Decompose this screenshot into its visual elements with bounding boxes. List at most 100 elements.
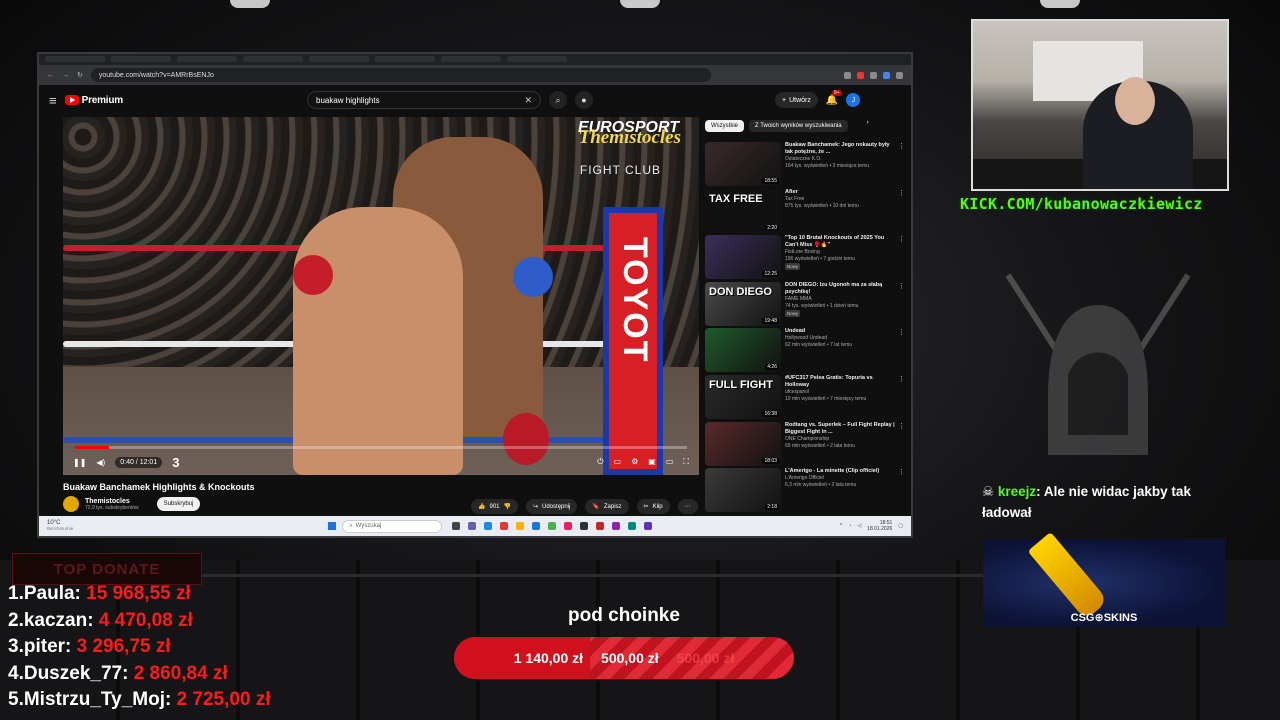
rec-title[interactable]: L'Amerigo - La minette (Clip officiel) <box>785 468 895 475</box>
weather-widget[interactable]: 10°C Bezchmurnie <box>47 520 73 532</box>
chevron-right-icon[interactable]: › <box>867 120 869 132</box>
extension-icon[interactable] <box>844 71 851 79</box>
rec-title[interactable]: DON DIEGO: Izu Ugonoh ma za słabą psychi… <box>785 282 895 296</box>
clock[interactable]: 18:51 18.01.2026 <box>867 520 892 532</box>
app-icon[interactable] <box>612 522 621 530</box>
rec-more-icon[interactable]: ⋮ <box>898 142 905 150</box>
subscribe-button[interactable]: Subskrybuj <box>156 497 201 511</box>
rec-thumbnail[interactable]: TAX FREE 2:20 <box>705 188 781 233</box>
search-input[interactable]: buakaw highlights ✕ <box>307 91 541 109</box>
app-icon[interactable] <box>484 522 493 530</box>
chip-all[interactable]: Wszystkie <box>705 120 744 132</box>
app-icon[interactable] <box>516 522 525 530</box>
rec-thumbnail[interactable]: FULL FIGHT 16:38 <box>705 374 781 419</box>
miniplayer-icon[interactable]: ▣ <box>648 457 656 467</box>
youtube-logo[interactable]: Premium <box>64 95 123 106</box>
recommendation-item[interactable]: 18:03 Rodtang vs. Superlek – Full Fight R… <box>705 421 905 467</box>
back-icon[interactable]: ← <box>47 72 54 79</box>
create-button[interactable]: + Utwórz <box>775 92 818 108</box>
speaker-icon[interactable]: ◁ <box>857 523 861 529</box>
rec-channel[interactable]: Ostateczne K.O. <box>785 156 895 163</box>
extension-icon[interactable] <box>883 71 890 79</box>
rec-channel[interactable]: ufcespanol <box>785 389 895 396</box>
rec-more-icon[interactable]: ⋮ <box>898 282 905 290</box>
rec-thumbnail[interactable]: 18:55 <box>705 142 781 186</box>
chip-from-search[interactable]: Z Twoich wyników wyszukiwania <box>749 120 848 132</box>
app-icon[interactable] <box>628 522 637 530</box>
autoplay-toggle-icon[interactable]: ⏻ <box>597 457 603 467</box>
browser-tab[interactable] <box>507 56 567 62</box>
recommendation-item[interactable]: 2:18 L'Amerigo - La minette (Clip officie… <box>705 468 905 513</box>
search-icon[interactable]: ⌕ <box>549 91 567 109</box>
save-button[interactable]: 🔖 Zapisz <box>585 499 629 514</box>
app-icon[interactable] <box>468 522 477 530</box>
browser-tab[interactable] <box>111 56 171 62</box>
rec-title[interactable]: After <box>785 189 895 196</box>
tray-chevron-icon[interactable]: ^ <box>840 523 842 529</box>
clear-search-icon[interactable]: ✕ <box>524 95 532 106</box>
recommendation-item[interactable]: TAX FREE 2:20 After Tax Free 875 tys. wyświe… <box>705 188 905 234</box>
forward-icon[interactable]: → <box>62 72 69 79</box>
windows-start-icon[interactable] <box>328 522 337 530</box>
chat-username[interactable]: kreejz <box>998 484 1036 499</box>
browser-tabbar[interactable] <box>39 54 911 65</box>
network-icon[interactable]: ◔ <box>848 523 851 529</box>
recommendation-item[interactable]: FULL FIGHT 16:38 #UFC317 Pelea Gratis: Top… <box>705 374 905 420</box>
recommendation-item[interactable]: 12:25 "Top 10 Brutal Knockouts of 2025 Yo… <box>705 235 905 280</box>
app-icon[interactable] <box>596 522 605 530</box>
notifications-icon[interactable]: 🔔 9+ <box>826 89 842 106</box>
recommendation-item[interactable]: DON DIEGO 19:48 DON DIEGO: Izu Ugonoh ma z… <box>705 281 905 327</box>
app-icon[interactable] <box>644 522 653 530</box>
recommendation-item[interactable]: 4:26 Undead Hollywood Undead 62 mln wyświet… <box>705 328 905 373</box>
extension-icon[interactable] <box>857 71 864 79</box>
app-icon[interactable] <box>580 522 589 530</box>
rec-title[interactable]: Rodtang vs. Superlek – Full Fight Replay… <box>785 422 895 436</box>
extension-icon[interactable] <box>896 71 903 79</box>
reload-icon[interactable]: ↻ <box>77 71 83 79</box>
share-button[interactable]: ↪ Udostępnij <box>525 499 578 514</box>
rec-thumbnail[interactable]: 2:18 <box>705 468 781 513</box>
rec-thumbnail[interactable]: DON DIEGO 19:48 <box>705 281 781 326</box>
mic-icon[interactable]: ● <box>575 91 593 109</box>
browser-tab[interactable] <box>177 56 237 62</box>
app-icon[interactable] <box>500 522 509 530</box>
subtitles-icon[interactable]: ▭ <box>614 457 622 467</box>
rec-thumbnail[interactable]: 4:26 <box>705 328 781 373</box>
browser-tab[interactable] <box>375 56 435 62</box>
rec-channel[interactable]: FAME MMA <box>785 296 895 303</box>
more-button[interactable]: ⋯ <box>677 499 698 514</box>
browser-tab[interactable] <box>243 56 303 62</box>
pause-icon[interactable]: ❚❚ <box>73 458 86 467</box>
url-field[interactable]: youtube.com/watch?v=AMRrBsENJo <box>90 68 711 82</box>
thumb-down-icon[interactable]: 👎 <box>504 503 511 510</box>
browser-tab[interactable] <box>45 56 105 62</box>
rec-more-icon[interactable]: ⋮ <box>898 375 905 383</box>
rec-title[interactable]: #UFC317 Pelea Gratis: Topuria vs Hollowa… <box>785 375 895 389</box>
taskbar-search[interactable]: ⌕ Wyszukaj <box>342 519 443 533</box>
video-player[interactable]: TOYOT EUROSPORT Themistocles FIGHT CLUB … <box>63 117 699 475</box>
rec-thumbnail[interactable]: 18:03 <box>705 421 781 466</box>
rec-channel[interactable]: Hollywood Undead <box>785 335 895 342</box>
rec-thumbnail[interactable]: 12:25 <box>705 235 781 280</box>
recommendation-item[interactable]: 18:55 Buakaw Banchamek: Jego nokauty były… <box>705 142 905 187</box>
rec-more-icon[interactable]: ⋮ <box>898 328 905 336</box>
clip-button[interactable]: ✂ Klip <box>636 499 670 514</box>
rec-more-icon[interactable]: ⋮ <box>898 422 905 430</box>
browser-tab[interactable] <box>309 56 369 62</box>
rec-more-icon[interactable]: ⋮ <box>898 189 905 197</box>
rec-channel[interactable]: FistLore Boxing <box>785 249 895 256</box>
rec-title[interactable]: "Top 10 Brutal Knockouts of 2025 You Can… <box>785 235 895 249</box>
rec-channel[interactable]: Tax Free <box>785 196 895 203</box>
volume-icon[interactable]: ◀) <box>96 458 105 467</box>
app-icon[interactable] <box>564 522 573 530</box>
app-icon[interactable] <box>532 522 541 530</box>
rec-title[interactable]: Undead <box>785 328 895 335</box>
theater-icon[interactable]: ▭ <box>666 457 674 467</box>
rec-title[interactable]: Buakaw Banchamek: Jego nokauty były tak … <box>785 142 895 156</box>
browser-tab[interactable] <box>441 56 501 62</box>
rec-channel[interactable]: ONE Championship <box>785 436 895 443</box>
app-icon[interactable] <box>548 522 557 530</box>
extension-icon[interactable] <box>870 71 877 79</box>
rec-more-icon[interactable]: ⋮ <box>898 235 905 243</box>
avatar[interactable]: J <box>846 93 861 107</box>
